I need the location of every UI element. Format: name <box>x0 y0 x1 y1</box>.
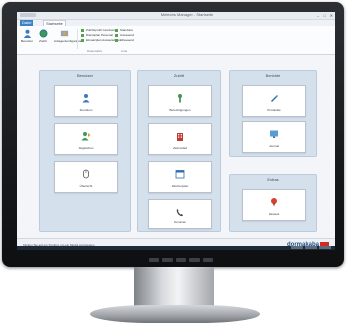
ribbon-config-button[interactable]: Anlagenkonfiguration <box>54 28 83 48</box>
tile-label: Protokolle <box>267 108 281 112</box>
ribbon-user-label: Benutzer <box>20 39 33 43</box>
user-icon <box>23 29 31 38</box>
tile-label: Berechtigungen <box>169 108 191 112</box>
ribbon-group-label: Liste <box>121 49 128 53</box>
tile-label: Terminen <box>173 220 187 224</box>
tray-icon[interactable] <box>305 246 317 249</box>
tray-icon[interactable] <box>291 246 303 249</box>
panel-reports: Berichte Protokolle Journal <box>229 70 317 157</box>
ribbon: Benutzer Zutritt Anlagenkonfiguration Zu… <box>17 26 335 55</box>
panel-title: Zutritt <box>173 73 185 78</box>
monitor-plus-button <box>189 258 200 262</box>
tile-label: Zeitmodell <box>173 146 187 150</box>
pen-icon <box>271 95 278 102</box>
ribbon-list-item[interactable]: Abwesend <box>115 38 134 43</box>
ribbon-access-label: Zutritt <box>39 39 47 43</box>
close-button[interactable]: ✕ <box>330 13 333 18</box>
tile-logs[interactable]: Protokolle <box>242 85 306 117</box>
tile-label: Abgleichen <box>78 146 94 150</box>
title-bar: Metechs Manager - Startseite – □ ✕ <box>17 12 335 20</box>
settings-icon <box>60 30 68 37</box>
taskbar <box>17 246 335 250</box>
tile-journal[interactable]: Journal <box>242 121 306 153</box>
panel-users: Benutzer Zuordnen Abgleichen Übersicht <box>39 70 131 232</box>
ribbon-separator <box>77 29 78 49</box>
tile-week-plan[interactable]: Wochenplan <box>148 161 212 193</box>
user-sync-icon <box>81 132 91 141</box>
monitor-buttons <box>149 258 214 263</box>
panel-title: Extras <box>267 177 279 182</box>
screen: Metechs Manager - Startseite – □ ✕ Datei… <box>17 12 335 250</box>
building-icon <box>177 133 183 141</box>
window-controls: – □ ✕ <box>317 13 333 18</box>
panel-title: Berichte <box>265 73 281 78</box>
mouse-icon <box>83 169 89 179</box>
minimize-button[interactable]: – <box>317 13 319 18</box>
tray-icon[interactable] <box>319 246 331 249</box>
ribbon-config-label: Anlagenkonfiguration <box>54 39 83 43</box>
tile-time-model[interactable]: Zeitmodell <box>148 123 212 155</box>
tile-label: Übersicht <box>79 184 93 188</box>
user-assign-icon <box>82 94 90 103</box>
monitor-minus-button <box>175 258 187 262</box>
ribbon-group-label: Datensätze <box>87 49 103 53</box>
tile-permissions[interactable]: Berechtigungen <box>148 85 212 117</box>
tile-compare[interactable]: Abgleichen <box>54 123 118 155</box>
panel-title: Benutzer <box>76 73 93 78</box>
monitor-menu-button <box>149 258 160 262</box>
ribbon-user-button[interactable]: Benutzer <box>20 28 34 48</box>
calendar-icon <box>175 170 185 179</box>
globe-icon <box>39 29 47 38</box>
panel-extras: Extras Hinweis <box>229 174 317 232</box>
ribbon-list-lists: Standorte Anwesend Abwesend <box>115 28 134 43</box>
panel-access: Zutritt Berechtigungen Zeitmodell Wochen… <box>137 70 221 232</box>
key-icon <box>178 94 182 103</box>
tile-label: Journal <box>269 144 279 148</box>
tile-notice[interactable]: Hinweis <box>242 189 306 221</box>
maximize-button[interactable]: □ <box>323 13 325 18</box>
phone-icon <box>176 209 183 217</box>
monitor-auto-button <box>162 258 173 262</box>
quick-access-toolbar[interactable] <box>20 13 36 17</box>
monitor-stand-foot <box>90 305 260 323</box>
tile-label: Zuordnen <box>79 108 93 112</box>
window-title: Metechs Manager - Startseite <box>160 12 214 17</box>
tile-appointments[interactable]: Terminen <box>148 199 212 229</box>
monitor-power-button <box>202 258 214 262</box>
tile-label: Hinweis <box>268 212 280 216</box>
system-tray <box>291 246 331 249</box>
tile-label: Wochenplan <box>171 184 189 188</box>
monitor-report-icon <box>270 130 278 138</box>
tile-overview[interactable]: Übersicht <box>54 161 118 193</box>
pin-icon <box>271 198 277 207</box>
tile-assign[interactable]: Zuordnen <box>54 85 118 117</box>
ribbon-access-button[interactable]: Zutritt <box>36 28 50 48</box>
